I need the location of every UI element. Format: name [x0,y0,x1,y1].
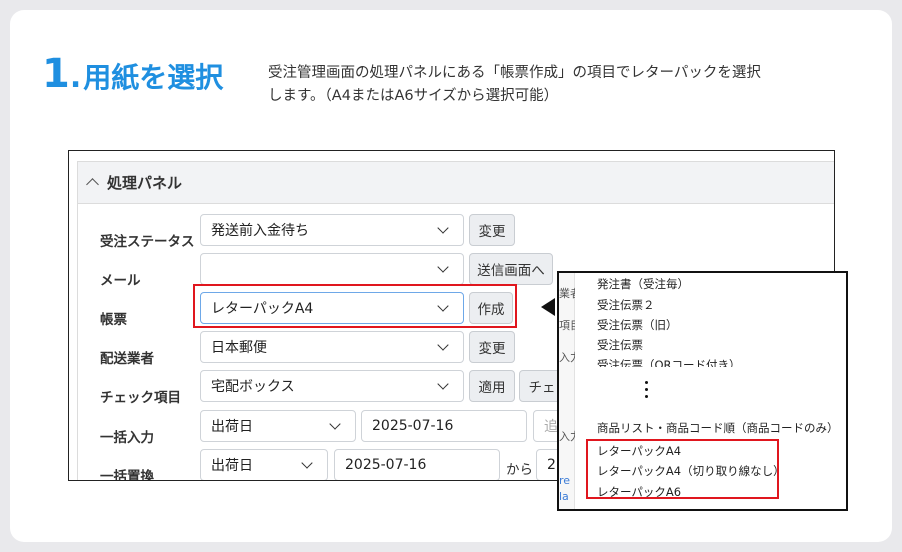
from-label: から [506,462,533,478]
select-value: 日本郵便 [211,340,267,356]
row-label: メール [100,273,141,289]
pointer-arrow-icon [541,298,555,316]
step-heading: 1 . 用紙を選択 [42,54,223,94]
change-status-button[interactable]: 変更 [469,214,515,246]
panel-title: 処理パネル [107,174,183,192]
highlight-form-row [193,284,517,328]
chevron-down-icon [301,457,313,469]
date-value: 2025-07-16 [345,457,427,473]
background-panel-fragment: 業者 項目 入力 入力 re la [559,273,581,509]
fragment: re [559,474,571,487]
select-value: 出荷日 [211,419,253,435]
dropdown-option[interactable]: 受注伝票（QRコード付き） [597,357,741,367]
send-screen-button[interactable]: 送信画面へ [469,253,553,285]
step-number: 1 [42,51,70,97]
chevron-down-icon [437,222,449,234]
partial-label: 追 [544,419,558,435]
carrier-select[interactable]: 日本郵便 [200,331,464,363]
select-value: 発送前入金待ち [211,223,309,239]
chevron-down-icon [437,339,449,351]
row-label: チェック項目 [100,390,181,406]
ellipsis-vertical-icon [645,381,649,402]
highlight-letterpack-options [586,439,779,499]
description-line-1: 受注管理画面の処理パネルにある「帳票作成」の項目でレターパックを選択 [268,65,761,81]
step-title: 用紙を選択 [83,61,224,94]
bulk-replace-field-select[interactable]: 出荷日 [200,449,328,480]
row-label: 一括置換 [100,469,154,481]
check-item-select[interactable]: 宅配ボックス [200,370,464,402]
bulk-input-date[interactable]: 2025-07-16 [361,410,527,442]
dropdown-option[interactable]: 発注書（受注毎） [597,276,689,292]
dropdown-option[interactable]: 商品リスト・商品コード順（商品コードのみ） [597,420,839,436]
fragment: la [559,490,569,503]
chevron-down-icon [437,378,449,390]
row-label: 一括入力 [100,430,154,446]
select-value: 出荷日 [211,458,253,474]
dropdown-option[interactable]: 受注伝票（旧） [597,317,678,333]
date-value: 2025-07-16 [372,418,454,434]
select-value: 宅配ボックス [211,379,295,395]
row-label: 受注ステータス [100,234,195,250]
chevron-up-icon[interactable] [86,178,99,191]
step-description: 受注管理画面の処理パネルにある「帳票作成」の項目でレターパックを選択 します。（… [268,62,828,108]
row-label: 配送業者 [100,351,154,367]
mail-select[interactable] [200,253,464,285]
chevron-down-icon [329,418,341,430]
apply-button[interactable]: 適用 [469,370,515,402]
order-status-select[interactable]: 発送前入金待ち [200,214,464,246]
chevron-down-icon [437,261,449,273]
dropdown-option[interactable]: 受注伝票２ [597,297,655,313]
bulk-input-field-select[interactable]: 出荷日 [200,410,356,442]
step-dot: . [69,60,82,95]
panel-header[interactable]: 処理パネル [78,162,834,204]
dropdown-option[interactable]: 受注伝票 [597,337,643,353]
bulk-replace-date[interactable]: 2025-07-16 [334,449,500,480]
change-carrier-button[interactable]: 変更 [469,331,515,363]
row-label: 帳票 [100,312,127,328]
description-line-2: します。（A4またはA6サイズから選択可能） [268,88,559,104]
